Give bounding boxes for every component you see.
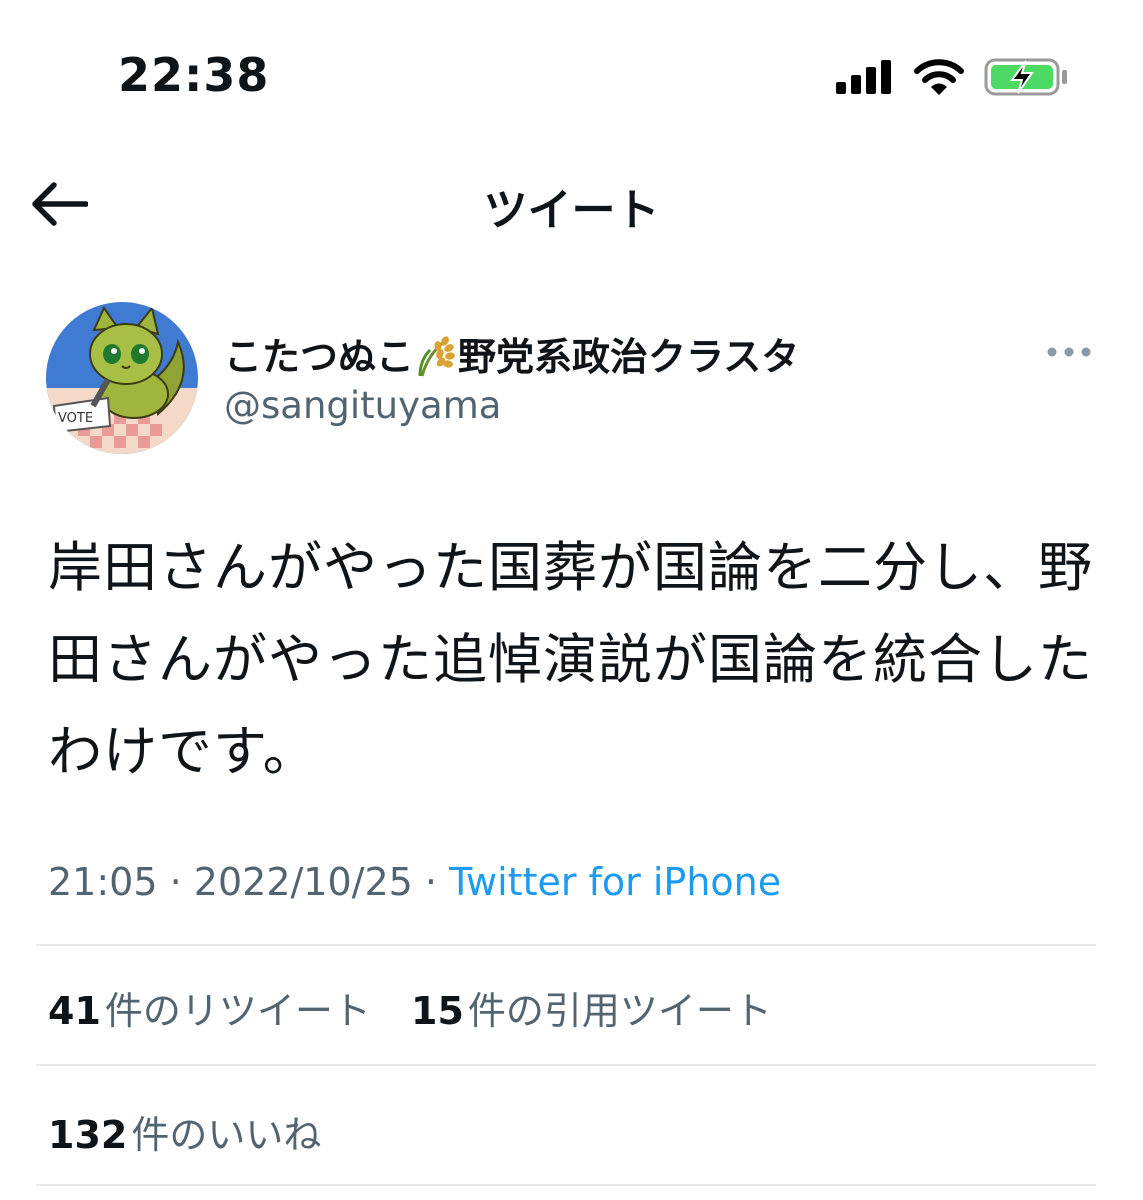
rice-emoji-icon xyxy=(418,336,455,377)
tweet-meta: 21:05 · 2022/10/25 · Twitter for iPhone xyxy=(48,860,781,904)
stats-row: 41 件のリツイート 15 件の引用ツイート xyxy=(48,980,800,1035)
avatar-image: VOTE xyxy=(46,302,198,454)
retweets-stat[interactable]: 41 件のリツイート xyxy=(48,980,371,1035)
battery-charging-icon xyxy=(984,58,1067,96)
tweet-time: 21:05 xyxy=(48,860,158,904)
quotes-label: 件の引用ツイート xyxy=(467,989,772,1033)
divider xyxy=(36,944,1096,946)
avatar[interactable]: VOTE xyxy=(46,302,198,454)
status-bar: 22:38 xyxy=(0,0,1143,150)
retweets-count: 41 xyxy=(48,989,101,1033)
likes-count: 132 xyxy=(48,1113,128,1157)
divider xyxy=(36,1184,1096,1186)
likes-stat[interactable]: 132 件のいいね xyxy=(48,1104,321,1159)
page-title: ツイート xyxy=(483,185,660,236)
author-name-part2: 野党系政治クラスタ xyxy=(458,335,800,379)
author-name-part1: こたつぬこ xyxy=(224,335,415,379)
author-display-name[interactable]: こたつぬこ 野党系政治クラスタ xyxy=(224,326,799,381)
likes-label: 件のいいね xyxy=(131,1113,322,1157)
meta-separator: · xyxy=(169,860,182,904)
status-time: 22:38 xyxy=(118,48,270,102)
quotes-count: 15 xyxy=(411,989,464,1033)
more-icon[interactable] xyxy=(1046,344,1092,360)
tweet-source-link[interactable]: Twitter for iPhone xyxy=(449,860,781,904)
signal-icon xyxy=(836,60,891,94)
retweets-label: 件のリツイート xyxy=(104,989,371,1033)
author-handle[interactable]: @sangituyama xyxy=(224,384,501,427)
quotes-stat[interactable]: 15 件の引用ツイート xyxy=(411,980,772,1035)
wifi-icon xyxy=(914,59,964,95)
avatar-vote-text: VOTE xyxy=(58,411,93,426)
meta-separator: · xyxy=(424,860,438,904)
tweet-date: 2022/10/25 xyxy=(193,860,413,904)
nav-bar: ツイート xyxy=(0,160,1143,250)
divider xyxy=(36,1064,1096,1066)
tweet-text: 岸田さんがやった国葬が国論を二分し、野田さんがやった追悼演説が国論を統合したわけ… xyxy=(48,536,1093,783)
